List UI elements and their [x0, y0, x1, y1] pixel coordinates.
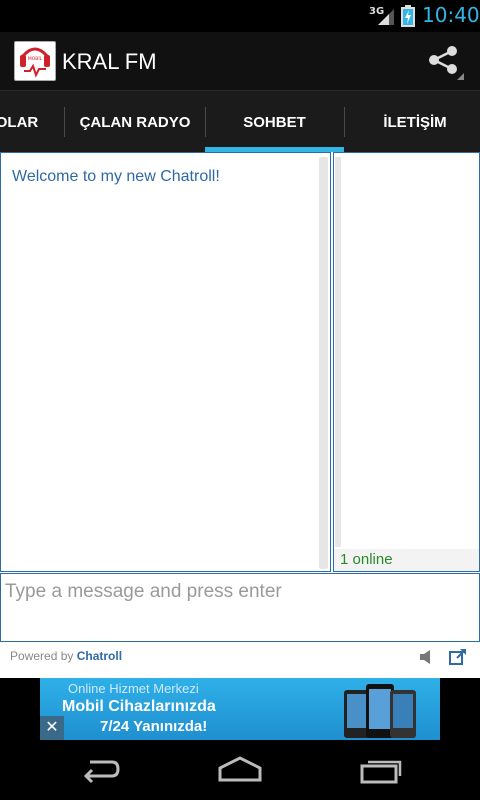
battery-icon	[401, 5, 415, 27]
message-input[interactable]	[5, 578, 473, 606]
chatroll-link[interactable]: Chatroll	[77, 649, 122, 663]
ad-banner[interactable]: Online Hizmet Merkezi Mobil Cihazlarınız…	[40, 678, 440, 740]
action-bar: MOBİL KRAL FM	[0, 32, 480, 90]
ad-title: Online Hizmet Merkezi	[68, 681, 199, 696]
share-icon	[429, 46, 464, 80]
status-bar: 3G 10:40	[0, 0, 480, 32]
ad-close-button[interactable]: ✕	[40, 716, 64, 740]
popout-icon[interactable]	[449, 648, 467, 666]
powered-by: Powered by Chatroll	[10, 649, 122, 663]
message-scrollbar[interactable]	[319, 157, 328, 569]
users-panel[interactable]: 1 online	[333, 152, 480, 572]
tab-sohbet[interactable]: SOHBET	[205, 91, 344, 153]
app-logo-icon[interactable]: MOBİL	[14, 41, 56, 81]
logo-lettering: MOBİL	[28, 55, 43, 62]
tab-iletisim[interactable]: İLETİŞİM	[345, 91, 480, 153]
home-icon[interactable]	[216, 754, 264, 784]
screen: 3G 10:40 MOBİL KRAL FM OLAR ÇALAN RADYO …	[0, 0, 480, 800]
sound-icon[interactable]	[419, 649, 433, 665]
online-count: 1 online	[340, 551, 393, 568]
clock: 10:40	[422, 3, 480, 27]
powered-by-text: Powered by	[10, 649, 77, 663]
recent-apps-icon[interactable]	[358, 754, 404, 784]
tab-calan-radyo[interactable]: ÇALAN RADYO	[65, 91, 205, 153]
welcome-message: Welcome to my new Chatroll!	[12, 168, 220, 185]
app-title: KRAL FM	[62, 49, 157, 74]
chatroll-widget: Welcome to my new Chatroll! 1 online Pow…	[0, 152, 480, 678]
back-icon[interactable]	[78, 754, 122, 784]
message-input-box[interactable]	[0, 573, 480, 642]
navigation-bar	[0, 740, 480, 800]
online-count-row: 1 online	[334, 549, 479, 571]
tab-label: İLETİŞİM	[383, 113, 447, 131]
users-scrollbar[interactable]	[335, 157, 341, 547]
ad-subheadline: 7/24 Yanınızda!	[100, 718, 208, 735]
share-button[interactable]	[426, 45, 466, 81]
ad-headline: Mobil Cihazlarınızda	[62, 698, 216, 715]
tab-label: OLAR	[0, 113, 39, 131]
tab-bar: OLAR ÇALAN RADYO SOHBET İLETİŞİM	[0, 90, 480, 153]
tab-label: SOHBET	[243, 113, 306, 131]
signal-icon	[378, 9, 394, 25]
tab-radyolar[interactable]: OLAR	[0, 91, 64, 153]
phones-image	[344, 684, 416, 738]
tab-label: ÇALAN RADYO	[79, 113, 191, 131]
message-panel[interactable]: Welcome to my new Chatroll!	[0, 152, 331, 572]
